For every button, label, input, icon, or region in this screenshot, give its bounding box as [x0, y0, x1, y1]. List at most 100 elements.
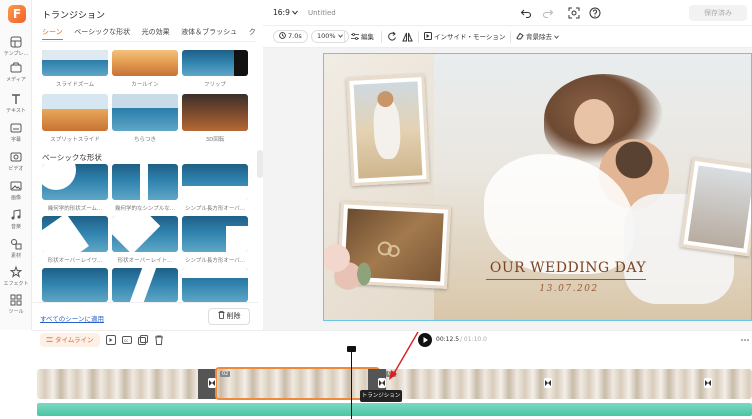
- add-clip-icon[interactable]: [106, 335, 116, 345]
- screenshot-icon[interactable]: [568, 7, 580, 19]
- rail-item-images[interactable]: 画像: [0, 180, 32, 201]
- transition-icon: [705, 380, 711, 386]
- app-logo[interactable]: F: [8, 5, 26, 23]
- eraser-icon: [516, 32, 524, 40]
- rail-label: テンプレ...: [3, 51, 29, 57]
- rotate-icon[interactable]: [387, 31, 397, 43]
- tab-light-effects[interactable]: 光の効果: [142, 27, 170, 37]
- rail-item-media[interactable]: メディア: [0, 62, 32, 83]
- subtitle-track-icon[interactable]: cc: [122, 335, 132, 345]
- inside-motion-button[interactable]: インサイド・モーション: [424, 31, 505, 43]
- panel-title: トランジション: [42, 11, 106, 21]
- rail-label: エフェクト: [3, 281, 29, 287]
- aspect-ratio-select[interactable]: 16:9: [273, 8, 299, 17]
- transition-caption: シンプル長方形オーバ...: [184, 206, 246, 212]
- help-icon[interactable]: [589, 7, 601, 19]
- transition-caption: カールイン: [131, 82, 159, 88]
- clock-icon: [279, 32, 286, 39]
- transition-caption: スプリットスライド: [50, 137, 100, 143]
- transition-tooltip: トランジション: [360, 390, 402, 402]
- tab-liquid-brush[interactable]: 液体＆ブラッシュ: [181, 27, 237, 37]
- document-title[interactable]: Untitled: [308, 9, 336, 17]
- undo-icon[interactable]: [520, 7, 532, 19]
- transition-thumb-simple-rect-overlay[interactable]: [182, 164, 248, 200]
- rail-item-tools[interactable]: ツール: [0, 294, 32, 315]
- transition-caption: シンプル長方形オーバ...: [184, 258, 246, 264]
- transition-marker[interactable]: [544, 378, 552, 388]
- transition-thumb-curl-in[interactable]: [112, 50, 178, 76]
- playhead-handle[interactable]: [347, 346, 356, 352]
- transition-thumb-flip[interactable]: [182, 50, 248, 76]
- rail-label: ツール: [8, 309, 24, 315]
- inside-motion-label: インサイド・モーション: [434, 33, 506, 41]
- transition-marker[interactable]: [704, 378, 712, 388]
- delete-button[interactable]: 削除: [208, 308, 250, 325]
- top-bar: 16:9 Untitled 保存済み: [263, 0, 752, 26]
- selected-clip[interactable]: 02: [215, 367, 380, 400]
- transition-thumb-shape-overlay-t[interactable]: [112, 216, 178, 252]
- playhead-line[interactable]: [351, 346, 352, 419]
- timeline-icon: [46, 337, 53, 342]
- zoom-value: 100%: [317, 32, 336, 40]
- edit-button[interactable]: 編集: [351, 31, 374, 43]
- section-title-basic-shapes: ベーシックな形状: [42, 153, 102, 162]
- apply-all-scenes-link[interactable]: すべてのシーンに適用: [40, 313, 104, 323]
- timeline-toggle-button[interactable]: タイムライン: [40, 333, 100, 347]
- left-rail: F テンプレ... メディア テキスト 字幕 ビデオ 画像 音楽 素材 エフェク…: [0, 0, 32, 330]
- transition-caption: フリップ: [203, 82, 226, 88]
- rail-label: 画像: [10, 195, 21, 201]
- transition-thumb-simple-rect-overlay-2[interactable]: [182, 216, 248, 252]
- current-time: 00:12.5: [436, 336, 460, 343]
- transition-marker[interactable]: [208, 378, 216, 388]
- transition-thumb-slide-zoom[interactable]: [42, 50, 108, 76]
- transition-thumb-flicker[interactable]: [112, 94, 178, 131]
- transition-thumb-3d-rotate[interactable]: [182, 94, 248, 131]
- background-remove-button[interactable]: 背景除去: [516, 31, 559, 43]
- flip-icon[interactable]: [402, 31, 413, 43]
- rail-item-elements[interactable]: 素材: [0, 238, 32, 259]
- svg-text:cc: cc: [124, 338, 128, 343]
- chevron-down-icon: [337, 34, 343, 38]
- transition-thumb-shape-overlay-wipe[interactable]: [42, 216, 108, 252]
- motion-icon: [424, 32, 432, 40]
- transition-thumb-split-slide[interactable]: [42, 94, 108, 131]
- tab-more[interactable]: クリ: [249, 27, 256, 37]
- background-remove-label: 背景除去: [526, 33, 552, 41]
- transition-caption: 形状オーバーレイト...: [117, 258, 173, 264]
- divider: [510, 31, 511, 43]
- rail-item-text[interactable]: テキスト: [0, 93, 32, 114]
- trash-icon: [218, 311, 224, 319]
- transition-thumb-row5-a[interactable]: [42, 268, 108, 302]
- transition-thumb-geometric-zoom[interactable]: [42, 164, 108, 200]
- rail-item-templates[interactable]: テンプレ...: [0, 36, 32, 57]
- transition-thumb-row5-c[interactable]: [182, 268, 248, 302]
- transition-caption: 形状オーバーレイワ...: [47, 258, 103, 264]
- tab-scene[interactable]: シーン: [42, 27, 63, 40]
- save-status-button[interactable]: 保存済み: [689, 5, 747, 21]
- transition-icon: [209, 380, 215, 386]
- redo-icon[interactable]: [542, 7, 554, 19]
- trash-icon[interactable]: [154, 335, 164, 345]
- rail-label: メディア: [6, 77, 26, 83]
- rail-item-music[interactable]: 音楽: [0, 209, 32, 230]
- rail-label: 字幕: [10, 137, 21, 143]
- tab-basic-shapes[interactable]: ベーシックな形状: [74, 27, 130, 37]
- video-canvas[interactable]: OUR WEDDING DAY 13.07.202: [323, 53, 752, 321]
- rail-item-subtitles[interactable]: 字幕: [0, 122, 32, 143]
- clip-label: 02: [220, 371, 231, 377]
- transitions-panel: トランジション シーン ベーシックな形状 光の効果 液体＆ブラッシュ クリ スラ…: [32, 0, 258, 330]
- duplicate-icon[interactable]: [138, 335, 148, 345]
- transition-thumb-geometric-simple[interactable]: [112, 164, 178, 200]
- audio-track[interactable]: [37, 403, 752, 416]
- chevron-down-icon: [292, 10, 299, 15]
- rail-item-effects[interactable]: エフェクト: [0, 266, 32, 287]
- transition-thumb-row5-b[interactable]: [112, 268, 178, 302]
- transition-icon: [545, 380, 551, 386]
- more-options-icon[interactable]: [740, 335, 750, 345]
- total-time: / 01:10.0: [460, 336, 487, 343]
- subtitle-icon: [10, 123, 22, 133]
- duration-button[interactable]: 7.0s: [273, 30, 308, 43]
- rail-item-video[interactable]: ビデオ: [0, 151, 32, 172]
- divider: [418, 31, 419, 43]
- transition-caption: ちらつき: [133, 137, 156, 143]
